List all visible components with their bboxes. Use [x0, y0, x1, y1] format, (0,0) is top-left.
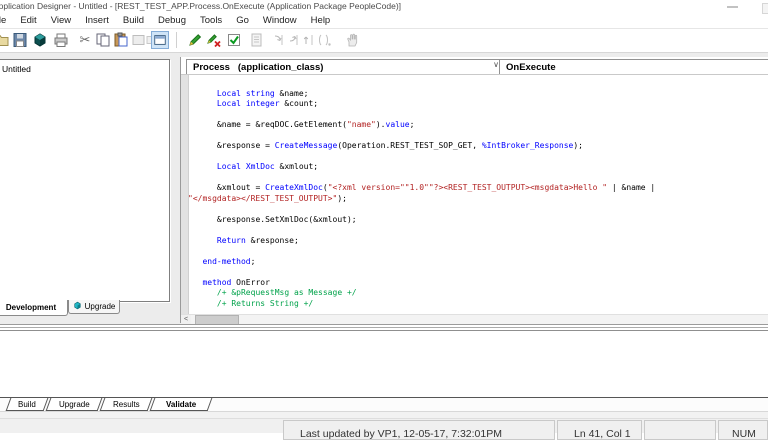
- code-line: &response = CreateMessage(Operation.REST…: [216, 141, 583, 150]
- menu-bar: File Edit View Insert Build Debug Tools …: [0, 13, 337, 28]
- peoplecode-editor: Process (application_class) ∨ OnExecute …: [180, 57, 768, 325]
- tab-upgrade-label: Upgrade: [84, 302, 116, 311]
- window-title: Application Designer - Untitled - [REST_…: [0, 1, 402, 11]
- scroll-left-icon[interactable]: <: [181, 315, 191, 324]
- open-project-icon[interactable]: [0, 31, 10, 49]
- menu-insert[interactable]: Insert: [78, 13, 116, 28]
- code-line: Local string &name;: [216, 88, 309, 98]
- status-message-pane: Last updated by VP1, 12-05-17, 7:32:01PM: [283, 420, 555, 440]
- edit-peoplecode-pencil-icon[interactable]: [186, 31, 204, 49]
- status-bar: Last updated by VP1, 12-05-17, 7:32:01PM…: [0, 418, 768, 440]
- tab-development-label: Development: [5, 303, 57, 312]
- menu-file[interactable]: File: [0, 13, 13, 28]
- menu-help[interactable]: Help: [304, 13, 338, 28]
- menu-view[interactable]: View: [44, 13, 78, 28]
- status-numlock-pane: NUM: [718, 420, 768, 440]
- output-tab-results[interactable]: Results: [99, 398, 153, 411]
- save-icon[interactable]: [11, 31, 29, 49]
- output-tab-upgrade[interactable]: Upgrade: [45, 398, 103, 411]
- code-line: Return &response;: [216, 235, 299, 245]
- delete-peoplecode-pencil-x-icon[interactable]: [205, 31, 223, 49]
- toolbar: ✂: [0, 29, 768, 52]
- upgrade-cube-icon: [73, 301, 82, 312]
- menu-debug[interactable]: Debug: [151, 13, 193, 28]
- code-area[interactable]: Local string &name; Local integer &count…: [188, 78, 768, 314]
- scope-dropdown-value: Process (application_class): [193, 61, 324, 73]
- menu-tools[interactable]: Tools: [193, 13, 229, 28]
- status-empty-pane: [644, 420, 716, 440]
- window-toggle-icon[interactable]: [151, 31, 169, 49]
- code-line: &name = &reqDOC.GetElement("name").value…: [216, 120, 415, 129]
- minimize-icon[interactable]: [727, 6, 738, 8]
- code-line: end-method;: [202, 256, 256, 266]
- menu-build[interactable]: Build: [116, 13, 151, 28]
- code-line: &xmlout = CreateXmlDoc("<?xml version=""…: [216, 183, 656, 192]
- output-tab-validate[interactable]: Validate: [149, 398, 213, 411]
- output-tab-build[interactable]: Build: [5, 398, 49, 411]
- code-line: /+ Returns String +/: [216, 298, 314, 308]
- status-position-pane: Ln 41, Col 1: [557, 420, 642, 440]
- editor-header-divider: [181, 74, 768, 75]
- stop-hand-disabled-icon[interactable]: [343, 31, 361, 49]
- output-splitter-line[interactable]: [0, 327, 768, 328]
- tab-development[interactable]: Development: [0, 300, 68, 316]
- scope-dropdown[interactable]: Process (application_class) ∨: [186, 59, 504, 75]
- main-area-bottom-border: [0, 324, 768, 325]
- code-line: /+ &pRequestMsg as Message +/: [216, 288, 357, 297]
- run-to-cursor-disabled-icon[interactable]: [315, 31, 333, 49]
- copy-icon[interactable]: [94, 31, 112, 49]
- format-document-disabled-icon[interactable]: [247, 31, 265, 49]
- status-num-lock: NUM: [732, 428, 756, 440]
- code-line: "</msgdata></REST_TEST_OUTPUT>");: [188, 193, 347, 203]
- code-line: Local integer &count;: [216, 99, 319, 108]
- application-designer-window: { "window": { "title": "Application Desi…: [0, 0, 768, 440]
- status-last-updated: Last updated by VP1, 12-05-17, 7:32:01PM: [300, 428, 502, 440]
- event-dropdown[interactable]: OnExecute: [499, 59, 768, 75]
- menu-window[interactable]: Window: [256, 13, 304, 28]
- tab-upgrade[interactable]: Upgrade: [68, 300, 120, 314]
- title-bar: Application Designer - Untitled - [REST_…: [0, 0, 768, 14]
- project-workspace-panel: Untitled: [0, 59, 170, 302]
- horizontal-scrollbar[interactable]: <: [181, 314, 768, 325]
- code-line: &response.SetXmlDoc(&xmlout);: [216, 214, 357, 224]
- project-tree-root[interactable]: Untitled: [2, 64, 31, 74]
- validate-checkbox-icon[interactable]: [225, 31, 243, 49]
- menu-edit[interactable]: Edit: [13, 13, 43, 28]
- print-icon[interactable]: [52, 31, 70, 49]
- toolbar-separator: [176, 32, 177, 48]
- output-tab-bar: Build Upgrade Results Validate: [0, 397, 768, 412]
- code-line: Local XmlDoc &xmlout;: [216, 162, 319, 171]
- window-control-icon[interactable]: [762, 3, 768, 14]
- cut-icon[interactable]: ✂: [76, 31, 94, 49]
- code-line: method OnError: [202, 277, 270, 287]
- output-window: [0, 331, 768, 397]
- status-cursor-position: Ln 41, Col 1: [574, 428, 631, 440]
- paste-icon[interactable]: [112, 31, 130, 49]
- project-cube-icon[interactable]: [31, 31, 49, 49]
- event-dropdown-value: OnExecute: [506, 61, 556, 73]
- menu-go[interactable]: Go: [229, 13, 256, 28]
